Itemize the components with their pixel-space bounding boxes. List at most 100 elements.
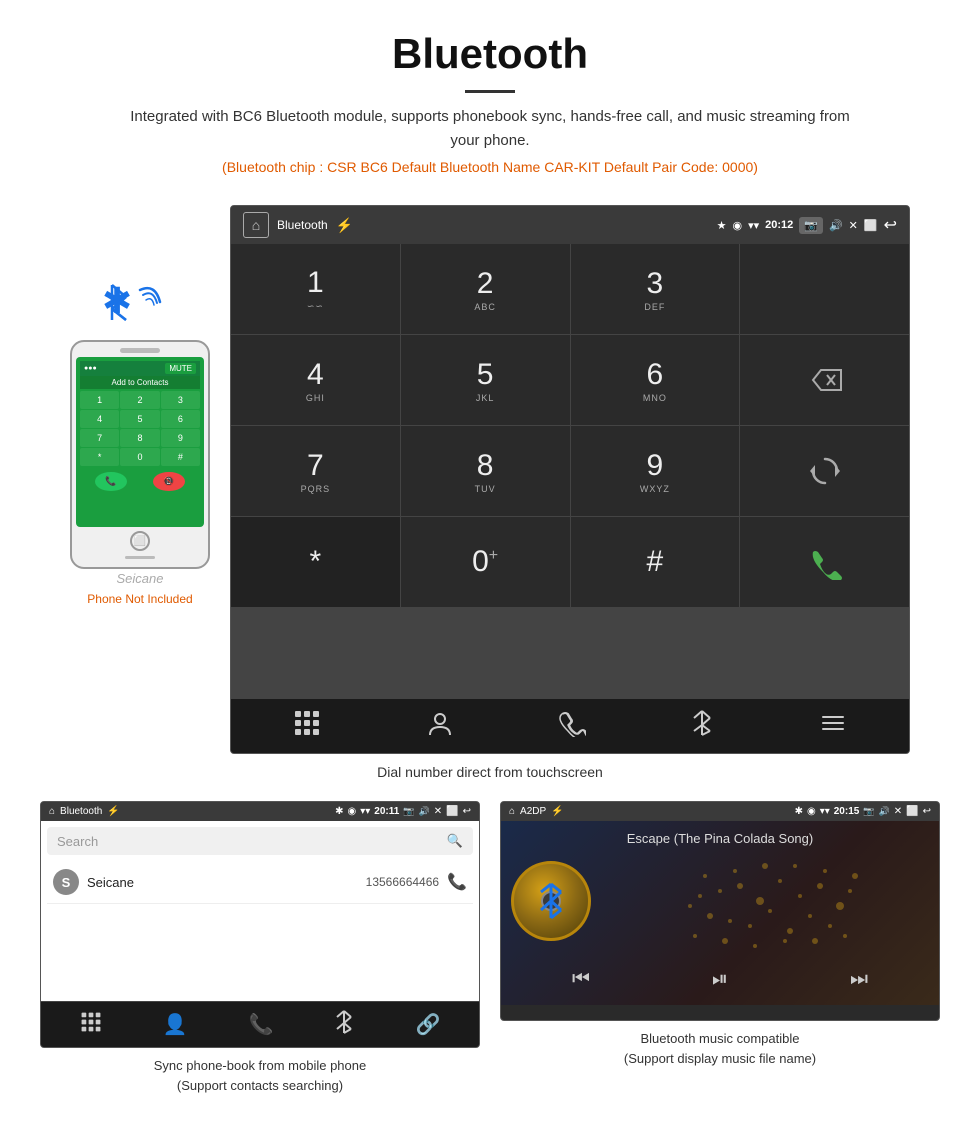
dial-screen: ⌂ Bluetooth ⚡ ★ ◉ ▾▾ 20:12 📷 🔊 ✕ ⬜ ↩ [230, 205, 910, 754]
key-9[interactable]: 9 WXYZ [571, 426, 740, 516]
pb-x[interactable]: ✕ [434, 806, 442, 817]
phone-key-0: 0 [120, 448, 159, 466]
dial-status-label: Bluetooth [277, 218, 328, 232]
music-song-title: Escape (The Pina Colada Song) [627, 831, 813, 846]
contacts-nav-btn[interactable] [426, 709, 454, 743]
prev-btn[interactable]: ⏮ [562, 964, 600, 995]
key-7[interactable]: 7 PQRS [231, 426, 400, 516]
ms-loc: ◉ [807, 806, 816, 817]
phone-container: ✱ ●●● [70, 265, 210, 606]
bt-waves-area: ✱ [90, 265, 190, 335]
close-icon[interactable]: ✕ [849, 219, 858, 232]
phonebook-block: ⌂ Bluetooth ⚡ ✱ ◉ ▾▾ 20:11 📷 🔊 ✕ ⬜ ↩ [40, 801, 480, 1095]
camera-icon: 📷 [799, 217, 823, 234]
pb-signal: ▾▾ [360, 806, 370, 817]
music-block: ⌂ A2DP ⚡ ✱ ◉ ▾▾ 20:15 📷 🔊 ✕ ⬜ ↩ [500, 801, 940, 1095]
contact-phone: 13566664466 [366, 875, 439, 889]
key-6[interactable]: 6 MNO [571, 335, 740, 425]
call-green-btn[interactable] [740, 517, 909, 607]
ms-back[interactable]: ↩ [923, 806, 931, 817]
home-icon[interactable]: ⌂ [243, 212, 269, 238]
ms-home: ⌂ [509, 806, 515, 817]
keypad-nav-btn[interactable] [293, 709, 321, 743]
ms-x[interactable]: ✕ [894, 806, 902, 817]
location-icon: ◉ [732, 219, 742, 232]
display-area [740, 244, 909, 334]
music-controls: ⏮ ⏯ ⏭ [511, 964, 929, 995]
pb-nav-call[interactable]: 📞 [249, 1012, 274, 1037]
phone-screen: ●●● MUTE Add to Contacts 1 2 3 4 5 6 7 8… [76, 357, 204, 527]
phone-mockup: ●●● MUTE Add to Contacts 1 2 3 4 5 6 7 8… [70, 340, 210, 569]
key-8[interactable]: 8 TUV [401, 426, 570, 516]
ms-signal: ▾▾ [820, 806, 830, 817]
contact-name: Seicane [87, 875, 366, 890]
refresh-cell[interactable] [740, 426, 909, 516]
pb-loc: ◉ [348, 806, 357, 817]
pb-back[interactable]: ↩ [463, 806, 471, 817]
search-icon[interactable]: 🔍 [447, 833, 463, 849]
bt-icon: ★ [717, 219, 727, 232]
ms-usb: ⚡ [551, 806, 563, 817]
music-caption: Bluetooth music compatible (Support disp… [624, 1029, 816, 1068]
key-4[interactable]: 4 GHI [231, 335, 400, 425]
status-bar-right: ★ ◉ ▾▾ 20:12 📷 🔊 ✕ ⬜ ↩ [717, 215, 897, 235]
ms-time: 20:15 [834, 806, 860, 817]
key-star[interactable]: * [231, 517, 400, 607]
ms-label: A2DP [520, 806, 546, 817]
key-2[interactable]: 2 ABC [401, 244, 570, 334]
backspace-cell[interactable] [740, 335, 909, 425]
ms-win: ⬜ [906, 806, 918, 817]
pb-nav-bt[interactable] [334, 1010, 354, 1039]
phone-call-btn: 📞 [95, 472, 126, 491]
dial-caption: Dial number direct from touchscreen [377, 764, 603, 780]
signal-icon: ▾▾ [748, 219, 759, 232]
search-bar[interactable]: Search 🔍 [47, 827, 473, 855]
music-status-bar: ⌂ A2DP ⚡ ✱ ◉ ▾▾ 20:15 📷 🔊 ✕ ⬜ ↩ [501, 802, 939, 821]
phonebook-caption: Sync phone-book from mobile phone (Suppo… [154, 1056, 366, 1095]
pb-nav-link[interactable]: 🔗 [416, 1012, 441, 1037]
dial-bottom-nav [231, 698, 909, 753]
ms-vol: 🔊 [879, 806, 890, 817]
key-hash[interactable]: # [571, 517, 740, 607]
pb-nav-keypad[interactable] [80, 1011, 102, 1038]
pb-bt: ✱ [335, 806, 343, 817]
key-5[interactable]: 5 JKL [401, 335, 570, 425]
key-3[interactable]: 3 DEF [571, 244, 740, 334]
music-body: Escape (The Pina Colada Song) [501, 821, 939, 1005]
key-0[interactable]: 0+ [401, 517, 570, 607]
top-section: ✱ ●●● [40, 205, 940, 754]
music-status-left: ⌂ A2DP ⚡ [509, 806, 564, 817]
music-album-art [511, 861, 591, 941]
contact-avatar: S [53, 869, 79, 895]
ms-bt: ✱ [795, 806, 803, 817]
phone-key-hash: # [161, 448, 200, 466]
bluetooth-nav-btn[interactable] [690, 709, 714, 743]
contact-row[interactable]: S Seicane 13566664466 📞 [47, 861, 473, 904]
music-screen: ⌂ A2DP ⚡ ✱ ◉ ▾▾ 20:15 📷 🔊 ✕ ⬜ ↩ [500, 801, 940, 1021]
bottom-screenshots: ⌂ Bluetooth ⚡ ✱ ◉ ▾▾ 20:11 📷 🔊 ✕ ⬜ ↩ [40, 801, 940, 1095]
phone-speaker [120, 348, 160, 353]
usb-icon: ⚡ [336, 217, 353, 234]
next-btn[interactable]: ⏭ [840, 964, 878, 995]
phone-end-btn: 📵 [153, 472, 184, 491]
settings-nav-btn[interactable] [819, 709, 847, 743]
time-display: 20:12 [765, 219, 793, 231]
phonebook-body: Search 🔍 S Seicane 13566664466 📞 [41, 821, 479, 1001]
svg-text:✱: ✱ [102, 280, 132, 321]
phone-key-7: 7 [80, 429, 119, 447]
play-pause-btn[interactable]: ⏯ [702, 964, 738, 995]
pb-nav-person[interactable]: 👤 [163, 1012, 188, 1037]
back-icon[interactable]: ↩ [884, 215, 897, 235]
search-placeholder: Search [57, 834, 98, 849]
pb-vol: 🔊 [419, 806, 430, 817]
phonebook-screen: ⌂ Bluetooth ⚡ ✱ ◉ ▾▾ 20:11 📷 🔊 ✕ ⬜ ↩ [40, 801, 480, 1048]
page-specs: (Bluetooth chip : CSR BC6 Default Blueto… [20, 159, 960, 175]
phone-not-included-label: Phone Not Included [87, 592, 192, 606]
key-1[interactable]: 1 ∽∽ [231, 244, 400, 334]
phonebook-status-left: ⌂ Bluetooth ⚡ [49, 806, 120, 817]
call-history-nav-btn[interactable] [558, 709, 586, 743]
phone-key-6: 6 [161, 410, 200, 428]
page-title: Bluetooth [20, 30, 960, 78]
call-icon-row[interactable]: 📞 [447, 872, 467, 892]
phone-key-2: 2 [120, 391, 159, 409]
